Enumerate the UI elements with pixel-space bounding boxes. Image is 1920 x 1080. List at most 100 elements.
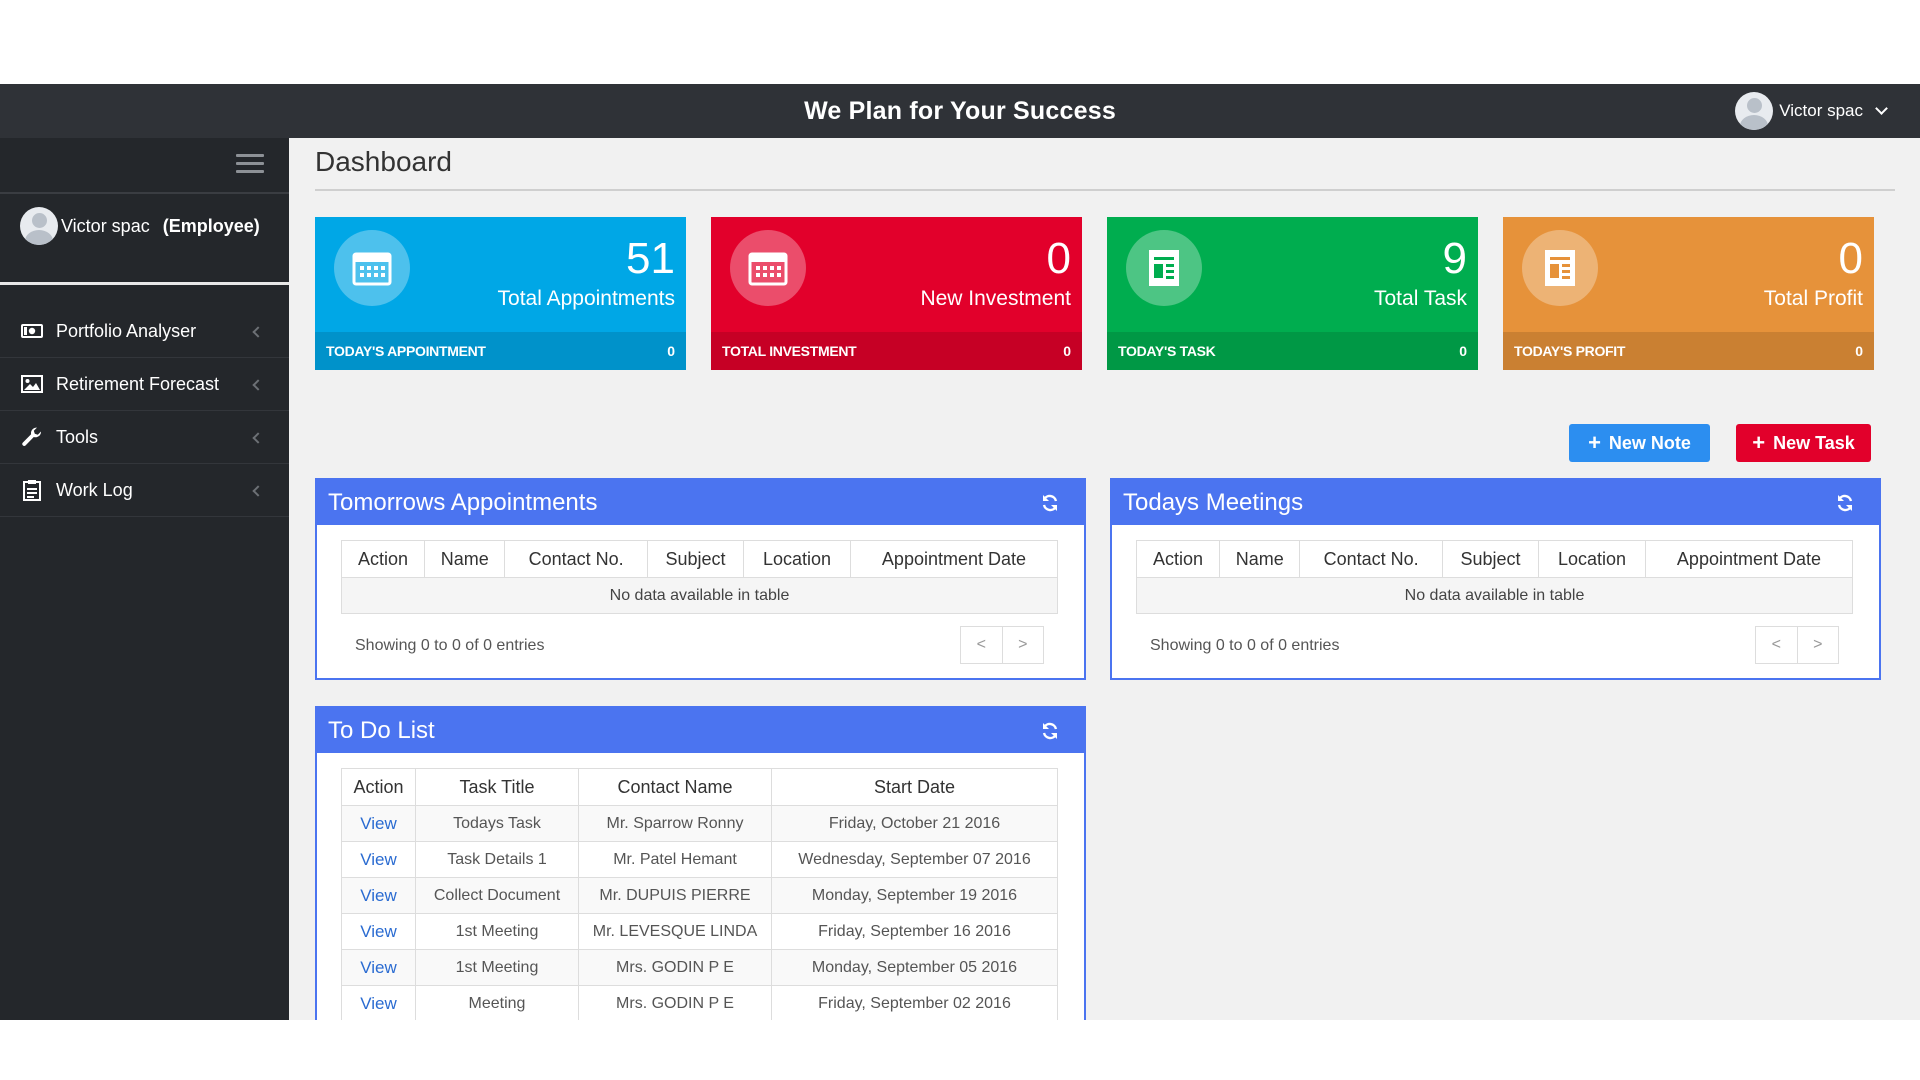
column-header[interactable]: Location: [1538, 540, 1646, 578]
column-header[interactable]: Action: [341, 768, 416, 806]
stat-footer-value: 0: [1855, 343, 1863, 359]
panel-title: Todays Meetings: [1123, 489, 1304, 516]
view-link[interactable]: View: [360, 850, 397, 869]
pagination: < >: [960, 626, 1044, 664]
todo-table: Action Task Title Contact Name Start Dat…: [341, 768, 1058, 1020]
column-header[interactable]: Action: [340, 540, 426, 578]
chevron-down-icon: [1875, 102, 1888, 115]
chevron-left-icon: [252, 432, 264, 444]
money-icon: [20, 319, 44, 343]
sidebar-item-work-log[interactable]: Work Log: [0, 464, 289, 517]
column-header[interactable]: Start Date: [771, 768, 1058, 806]
todays-meetings-panel: Todays Meetings Action Name Contact No. …: [1110, 478, 1881, 680]
start-date-cell: Friday, October 21 2016: [771, 805, 1058, 842]
sidebar-divider: [0, 282, 289, 285]
calendar-icon: [730, 230, 806, 306]
new-note-label: New Note: [1608, 432, 1691, 453]
view-link[interactable]: View: [360, 994, 397, 1013]
column-header[interactable]: Name: [1219, 540, 1301, 578]
sidebar-item-tools[interactable]: Tools: [0, 411, 289, 464]
user-name: Victor spac: [1779, 101, 1863, 120]
wrench-icon: [20, 425, 44, 449]
prev-page-button[interactable]: <: [961, 627, 1002, 663]
contact-name-cell: Mr. LEVESQUE LINDA: [578, 913, 772, 950]
stat-card-profit[interactable]: 0 Total Profit TODAY'S PROFIT 0: [1503, 217, 1874, 370]
next-page-button[interactable]: >: [1001, 627, 1044, 663]
chevron-left-icon: [252, 326, 264, 338]
stat-label: Total Profit: [1763, 287, 1863, 310]
refresh-icon[interactable]: [1040, 721, 1060, 741]
task-title-cell: Collect Document: [415, 877, 579, 914]
column-header[interactable]: Location: [743, 540, 851, 578]
new-task-button[interactable]: + New Task: [1736, 424, 1871, 462]
stat-label: Total Task: [1374, 287, 1467, 310]
pagination: < >: [1755, 626, 1839, 664]
column-header[interactable]: Contact No.: [1299, 540, 1443, 578]
user-menu[interactable]: Victor spac: [1735, 92, 1888, 130]
view-link[interactable]: View: [360, 922, 397, 941]
table-row: No data available in table: [1136, 577, 1853, 614]
stat-card-investment[interactable]: 0 New Investment TOTAL INVESTMENT 0: [711, 217, 1082, 370]
stat-footer-label: TODAY'S TASK: [1118, 343, 1216, 359]
start-date-cell: Friday, September 02 2016: [771, 985, 1058, 1020]
stat-footer: TOTAL INVESTMENT 0: [711, 332, 1082, 370]
column-header[interactable]: Action: [1135, 540, 1221, 578]
view-link[interactable]: View: [360, 886, 397, 905]
stat-card-task[interactable]: 9 Total Task TODAY'S TASK 0: [1107, 217, 1478, 370]
column-header[interactable]: Appointment Date: [849, 540, 1059, 578]
prev-page-button[interactable]: <: [1756, 627, 1797, 663]
refresh-icon[interactable]: [1835, 493, 1855, 513]
contact-name-cell: Mr. Patel Hemant: [578, 841, 772, 878]
action-cell: View: [341, 949, 416, 986]
column-header[interactable]: Subject: [646, 540, 745, 578]
sidebar: Victor spac (Employee) Portfolio Analyse…: [0, 138, 289, 1020]
contact-name-cell: Mrs. GODIN P E: [578, 949, 772, 986]
title-divider: [315, 189, 1895, 191]
contact-name-cell: Mr. DUPUIS PIERRE: [578, 877, 772, 914]
table-row: View Task Details 1 Mr. Patel Hemant Wed…: [341, 841, 1058, 878]
column-header[interactable]: Name: [424, 540, 506, 578]
task-title-cell: Todays Task: [415, 805, 579, 842]
entries-info: Showing 0 to 0 of 0 entries: [355, 637, 545, 654]
column-header[interactable]: Subject: [1441, 540, 1540, 578]
main-content: Dashboard 51 Total Appointments TODAY'S …: [289, 138, 1920, 1020]
tomorrows-appointments-panel: Tomorrows Appointments Action Name Conta…: [315, 478, 1086, 680]
action-cell: View: [341, 877, 416, 914]
column-header[interactable]: Appointment Date: [1644, 540, 1854, 578]
sidebar-user: Victor spac (Employee): [20, 206, 260, 246]
table-row: View 1st Meeting Mrs. GODIN P E Monday, …: [341, 949, 1058, 986]
document-icon: [1522, 230, 1598, 306]
panel-title: Tomorrows Appointments: [328, 489, 598, 516]
menu-toggle-icon[interactable]: [236, 154, 264, 176]
start-date-cell: Monday, September 05 2016: [771, 949, 1058, 986]
view-link[interactable]: View: [360, 958, 397, 977]
task-title-cell: Task Details 1: [415, 841, 579, 878]
sidebar-item-label: Work Log: [56, 479, 133, 500]
table-header-row: Action Name Contact No. Subject Location…: [340, 540, 1059, 578]
new-task-label: New Task: [1773, 432, 1855, 453]
clipboard-icon: [20, 478, 44, 502]
action-cell: View: [341, 805, 416, 842]
stat-card-appointments[interactable]: 51 Total Appointments TODAY'S APPOINTMEN…: [315, 217, 686, 370]
sidebar-item-portfolio-analyser[interactable]: Portfolio Analyser: [0, 305, 289, 358]
sidebar-item-retirement-forecast[interactable]: Retirement Forecast: [0, 358, 289, 411]
new-note-button[interactable]: + New Note: [1569, 424, 1710, 462]
empty-message: No data available in table: [1136, 577, 1853, 614]
top-bar: We Plan for Your Success Victor spac: [0, 84, 1920, 138]
table-row: View Todays Task Mr. Sparrow Ronny Frida…: [341, 805, 1058, 842]
view-link[interactable]: View: [360, 814, 397, 833]
stat-value: 51: [626, 234, 675, 283]
sidebar-divider: [0, 192, 289, 194]
next-page-button[interactable]: >: [1796, 627, 1839, 663]
start-date-cell: Monday, September 19 2016: [771, 877, 1058, 914]
stat-footer-label: TOTAL INVESTMENT: [722, 343, 857, 359]
app-window: We Plan for Your Success Victor spac Vic…: [0, 84, 1920, 1020]
refresh-icon[interactable]: [1040, 493, 1060, 513]
column-header[interactable]: Task Title: [415, 768, 579, 806]
column-header[interactable]: Contact No.: [504, 540, 648, 578]
column-header[interactable]: Contact Name: [578, 768, 772, 806]
sidebar-nav: Portfolio Analyser Retirement Forecast T…: [0, 305, 289, 517]
contact-name-cell: Mr. Sparrow Ronny: [578, 805, 772, 842]
task-title-cell: 1st Meeting: [415, 949, 579, 986]
entries-info: Showing 0 to 0 of 0 entries: [1150, 637, 1340, 654]
